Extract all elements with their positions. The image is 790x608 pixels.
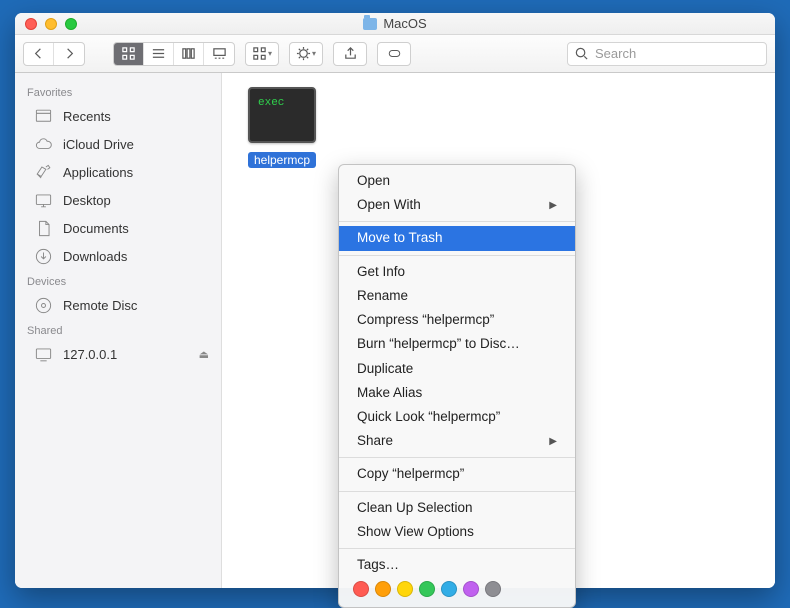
sidebar-item-downloads[interactable]: Downloads <box>15 242 221 270</box>
minimize-button[interactable] <box>45 18 57 30</box>
menu-open-with[interactable]: Open With▶ <box>339 193 575 217</box>
file-name[interactable]: helpermcp <box>248 152 316 168</box>
disc-icon <box>33 296 53 314</box>
menu-duplicate[interactable]: Duplicate <box>339 357 575 381</box>
gallery-view-button[interactable] <box>204 43 234 65</box>
tag-green[interactable] <box>419 581 435 597</box>
tag-yellow[interactable] <box>397 581 413 597</box>
icon-view-button[interactable] <box>114 43 144 65</box>
menu-compress[interactable]: Compress “helpermcp” <box>339 308 575 332</box>
sidebar-item-label: 127.0.0.1 <box>63 347 117 362</box>
sidebar-item-label: iCloud Drive <box>63 137 134 152</box>
close-button[interactable] <box>25 18 37 30</box>
exec-text: exec <box>258 97 284 109</box>
sidebar-item-label: Downloads <box>63 249 127 264</box>
action-button[interactable]: ▾ <box>289 42 323 66</box>
desktop-icon <box>33 191 53 209</box>
sidebar-item-applications[interactable]: Applications <box>15 158 221 186</box>
recents-icon <box>33 107 53 125</box>
sidebar-item-label: Remote Disc <box>63 298 137 313</box>
menu-make-alias[interactable]: Make Alias <box>339 381 575 405</box>
folder-icon <box>363 18 377 30</box>
menu-view-options[interactable]: Show View Options <box>339 520 575 544</box>
menu-clean-up[interactable]: Clean Up Selection <box>339 496 575 520</box>
documents-icon <box>33 219 53 237</box>
menu-share[interactable]: Share▶ <box>339 429 575 453</box>
sidebar-item-remote-disc[interactable]: Remote Disc <box>15 291 221 319</box>
sidebar: Favorites Recents iCloud Drive Applicati… <box>15 73 222 588</box>
downloads-icon <box>33 247 53 265</box>
zoom-button[interactable] <box>65 18 77 30</box>
eject-icon[interactable]: ⏏ <box>199 348 209 361</box>
menu-tags[interactable]: Tags… <box>339 553 575 577</box>
sidebar-item-label: Documents <box>63 221 129 236</box>
tag-red[interactable] <box>353 581 369 597</box>
cloud-icon <box>33 135 53 153</box>
window-title: MacOS <box>383 16 426 31</box>
file-item[interactable]: exec helpermcp <box>240 87 324 169</box>
section-shared: Shared <box>15 319 221 340</box>
sidebar-item-label: Recents <box>63 109 111 124</box>
submenu-arrow-icon: ▶ <box>549 435 557 449</box>
sidebar-item-icloud[interactable]: iCloud Drive <box>15 130 221 158</box>
display-icon <box>33 345 53 363</box>
titlebar: MacOS <box>15 13 775 35</box>
section-favorites: Favorites <box>15 81 221 102</box>
exec-icon: exec <box>248 87 316 143</box>
menu-rename[interactable]: Rename <box>339 284 575 308</box>
nav-buttons <box>23 42 85 66</box>
sidebar-item-documents[interactable]: Documents <box>15 214 221 242</box>
list-view-button[interactable] <box>144 43 174 65</box>
search-icon <box>574 46 589 61</box>
menu-move-to-trash[interactable]: Move to Trash <box>339 226 575 250</box>
group-button[interactable]: ▾ <box>245 42 279 66</box>
tag-blue[interactable] <box>441 581 457 597</box>
share-button[interactable] <box>333 42 367 66</box>
section-devices: Devices <box>15 270 221 291</box>
menu-get-info[interactable]: Get Info <box>339 260 575 284</box>
search-field[interactable]: Search <box>567 42 767 66</box>
tags-button[interactable] <box>377 42 411 66</box>
search-placeholder: Search <box>595 46 636 61</box>
menu-burn[interactable]: Burn “helpermcp” to Disc… <box>339 332 575 356</box>
sidebar-item-label: Desktop <box>63 193 111 208</box>
sidebar-item-shared-host[interactable]: 127.0.0.1 ⏏ <box>15 340 221 368</box>
forward-button[interactable] <box>54 43 84 65</box>
window-controls <box>15 18 77 30</box>
back-button[interactable] <box>24 43 54 65</box>
menu-open[interactable]: Open <box>339 169 575 193</box>
toolbar: ▾ ▾ Search <box>15 35 775 73</box>
tag-orange[interactable] <box>375 581 391 597</box>
applications-icon <box>33 163 53 181</box>
sidebar-item-desktop[interactable]: Desktop <box>15 186 221 214</box>
context-menu: Open Open With▶ Move to Trash Get Info R… <box>338 164 576 608</box>
tag-gray[interactable] <box>485 581 501 597</box>
view-switch <box>113 42 235 66</box>
tag-purple[interactable] <box>463 581 479 597</box>
menu-quick-look[interactable]: Quick Look “helpermcp” <box>339 405 575 429</box>
menu-copy[interactable]: Copy “helpermcp” <box>339 462 575 486</box>
sidebar-item-recents[interactable]: Recents <box>15 102 221 130</box>
tag-colors <box>339 577 575 603</box>
submenu-arrow-icon: ▶ <box>549 199 557 213</box>
sidebar-item-label: Applications <box>63 165 133 180</box>
column-view-button[interactable] <box>174 43 204 65</box>
